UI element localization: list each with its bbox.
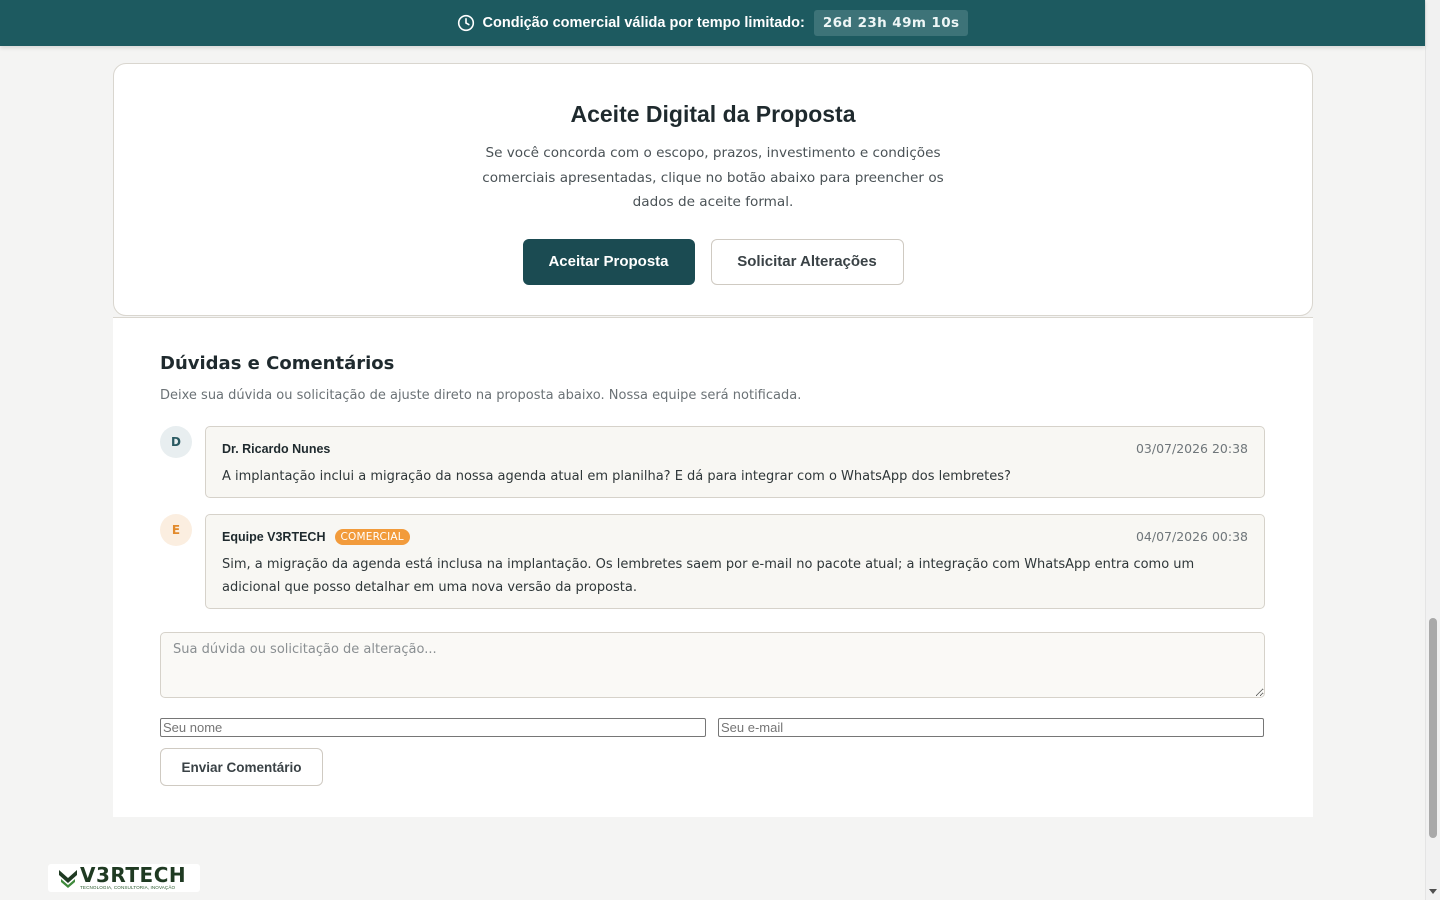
comment-author: Equipe V3RTECH	[222, 529, 326, 544]
banner-text: Condição comercial válida por tempo limi…	[482, 15, 805, 31]
accept-proposal-button[interactable]: Aceitar Proposta	[522, 238, 695, 285]
avatar: E	[160, 514, 192, 546]
comments-subtitle: Deixe sua dúvida ou solicitação de ajust…	[160, 388, 802, 403]
email-input[interactable]	[718, 718, 1264, 737]
clock-icon	[457, 14, 475, 32]
comment-item: D Dr. Ricardo Nunes 03/07/2026 20:38 A i…	[160, 426, 1265, 498]
comment-date: 04/07/2026 00:38	[1135, 529, 1248, 544]
acceptance-actions: Aceitar Proposta Solicitar Alterações	[114, 238, 1312, 285]
comment-date: 03/07/2026 20:38	[1135, 441, 1248, 456]
chevron-logo-icon	[58, 867, 78, 889]
name-input[interactable]	[160, 718, 706, 737]
send-comment-button[interactable]: Enviar Comentário	[160, 748, 323, 786]
comment-text: Sim, a migração da agenda está inclusa n…	[222, 557, 1195, 595]
comments-section: Dúvidas e Comentários Deixe sua dúvida o…	[113, 317, 1313, 817]
scrollbar-thumb[interactable]	[1429, 618, 1437, 838]
comment-text: A implantação inclui a migração da nossa…	[222, 469, 1011, 484]
avatar: D	[160, 426, 192, 458]
acceptance-description: Se você concorda com o escopo, prazos, i…	[482, 145, 944, 210]
request-changes-button[interactable]: Solicitar Alterações	[710, 238, 904, 285]
comment-bubble: Equipe V3RTECH COMERCIAL 04/07/2026 00:3…	[205, 514, 1265, 609]
acceptance-title: Aceite Digital da Proposta	[570, 101, 856, 127]
logo-tagline: TECNOLOGIA, CONSULTORIA, INOVAÇÃO	[80, 885, 176, 891]
comment-bubble: Dr. Ricardo Nunes 03/07/2026 20:38 A imp…	[205, 426, 1265, 498]
page-scrollbar[interactable]	[1425, 0, 1440, 900]
comments-title: Dúvidas e Comentários	[160, 353, 395, 374]
countdown-timer: 26d 23h 49m 10s	[813, 10, 969, 36]
role-badge: COMERCIAL	[334, 528, 410, 545]
company-logo: V3RTECH TECNOLOGIA, CONSULTORIA, INOVAÇÃ…	[48, 864, 200, 892]
logo-name: V3RTECH	[80, 863, 187, 888]
comment-author: Dr. Ricardo Nunes	[222, 441, 331, 456]
comment-item: E Equipe V3RTECH COMERCIAL 04/07/2026 00…	[160, 514, 1265, 609]
scroll-down-icon[interactable]	[1429, 889, 1437, 894]
offer-banner: Condição comercial válida por tempo limi…	[0, 0, 1425, 46]
acceptance-card: Aceite Digital da Proposta Se você conco…	[113, 63, 1313, 316]
comment-textarea[interactable]	[160, 632, 1265, 698]
